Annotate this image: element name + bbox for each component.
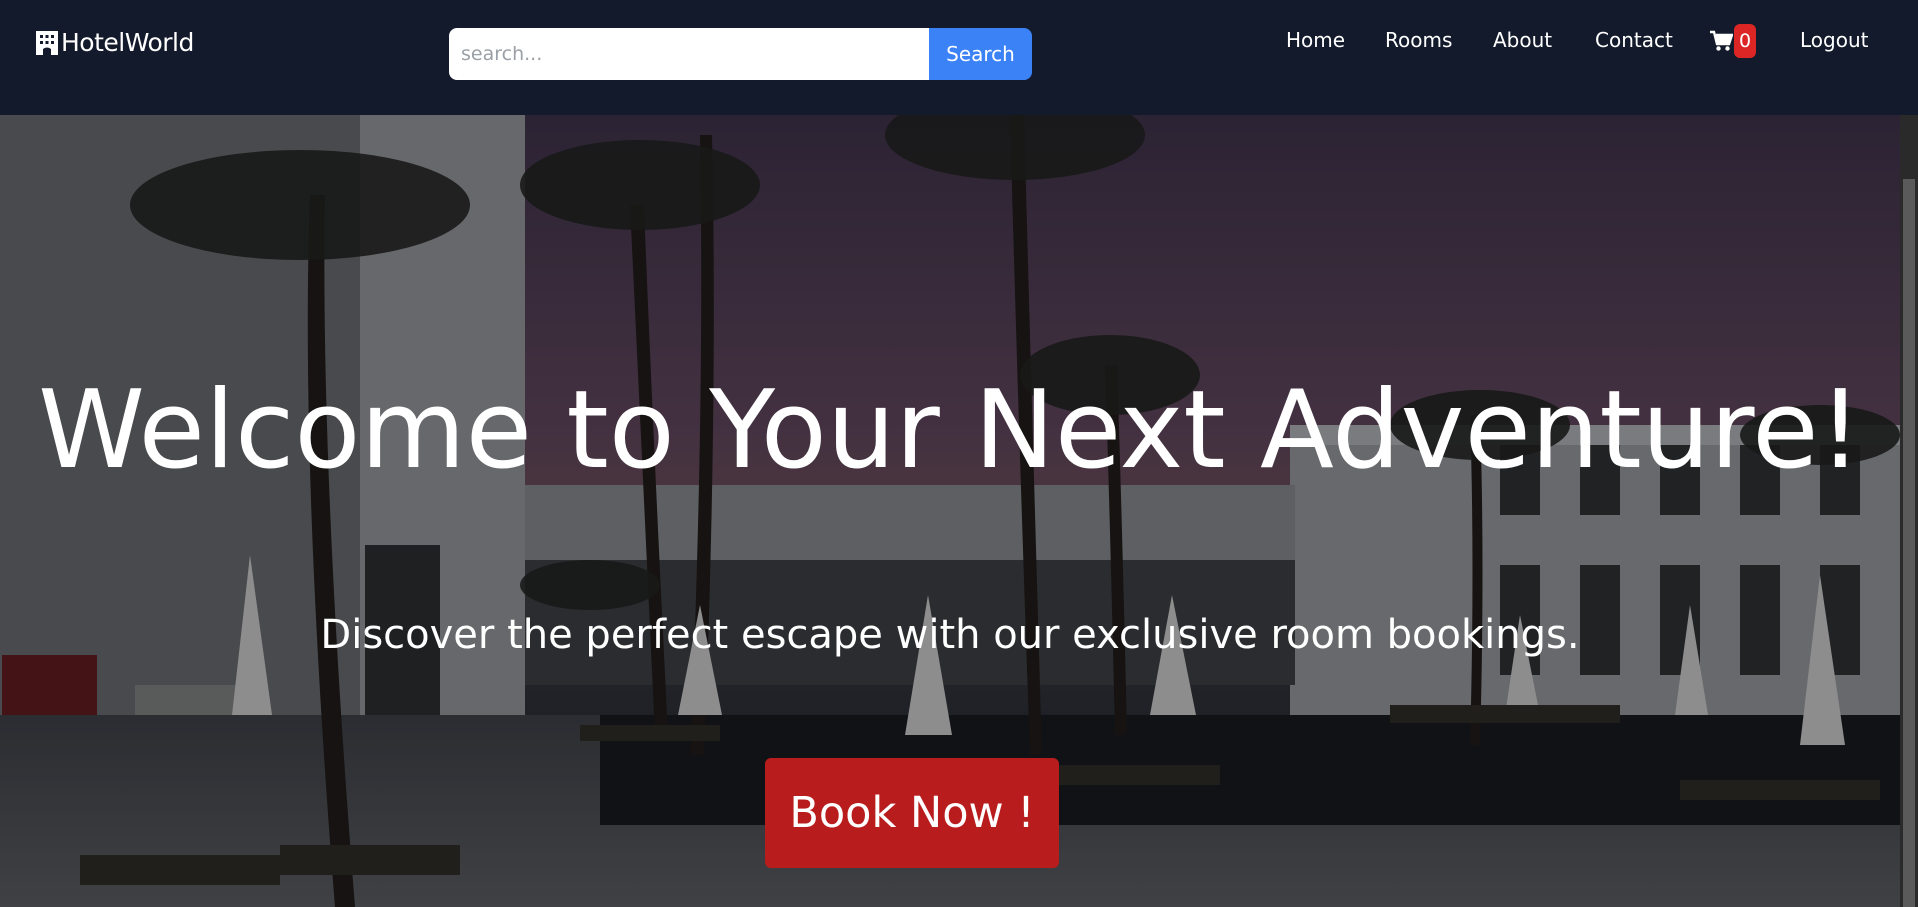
hero-title: Welcome to Your Next Adventure! bbox=[38, 368, 1862, 493]
search-input[interactable] bbox=[449, 28, 929, 80]
page-scrollbar[interactable] bbox=[1900, 115, 1918, 907]
search-form: Search bbox=[449, 28, 1032, 80]
top-navbar: HotelWorld Search Home Rooms About Conta… bbox=[0, 0, 1918, 115]
logout-link[interactable]: Logout bbox=[1800, 28, 1868, 52]
book-now-button[interactable]: Book Now ! bbox=[765, 758, 1059, 868]
hero-section: Welcome to Your Next Adventure! Discover… bbox=[0, 115, 1900, 907]
hotel-icon bbox=[36, 30, 58, 55]
cart-button[interactable]: 0 bbox=[1709, 24, 1757, 58]
nav-link-home[interactable]: Home bbox=[1286, 28, 1345, 52]
cart-count-badge: 0 bbox=[1734, 24, 1757, 58]
nav-link-rooms[interactable]: Rooms bbox=[1385, 28, 1452, 52]
nav-link-contact[interactable]: Contact bbox=[1595, 28, 1673, 52]
cart-icon bbox=[1710, 30, 1733, 51]
search-button[interactable]: Search bbox=[929, 28, 1032, 80]
brand-name: HotelWorld bbox=[61, 28, 194, 57]
hero-subtitle: Discover the perfect escape with our exc… bbox=[320, 612, 1580, 658]
brand-logo[interactable]: HotelWorld bbox=[34, 28, 194, 57]
scrollbar-thumb[interactable] bbox=[1903, 179, 1915, 907]
nav-link-about[interactable]: About bbox=[1493, 28, 1552, 52]
